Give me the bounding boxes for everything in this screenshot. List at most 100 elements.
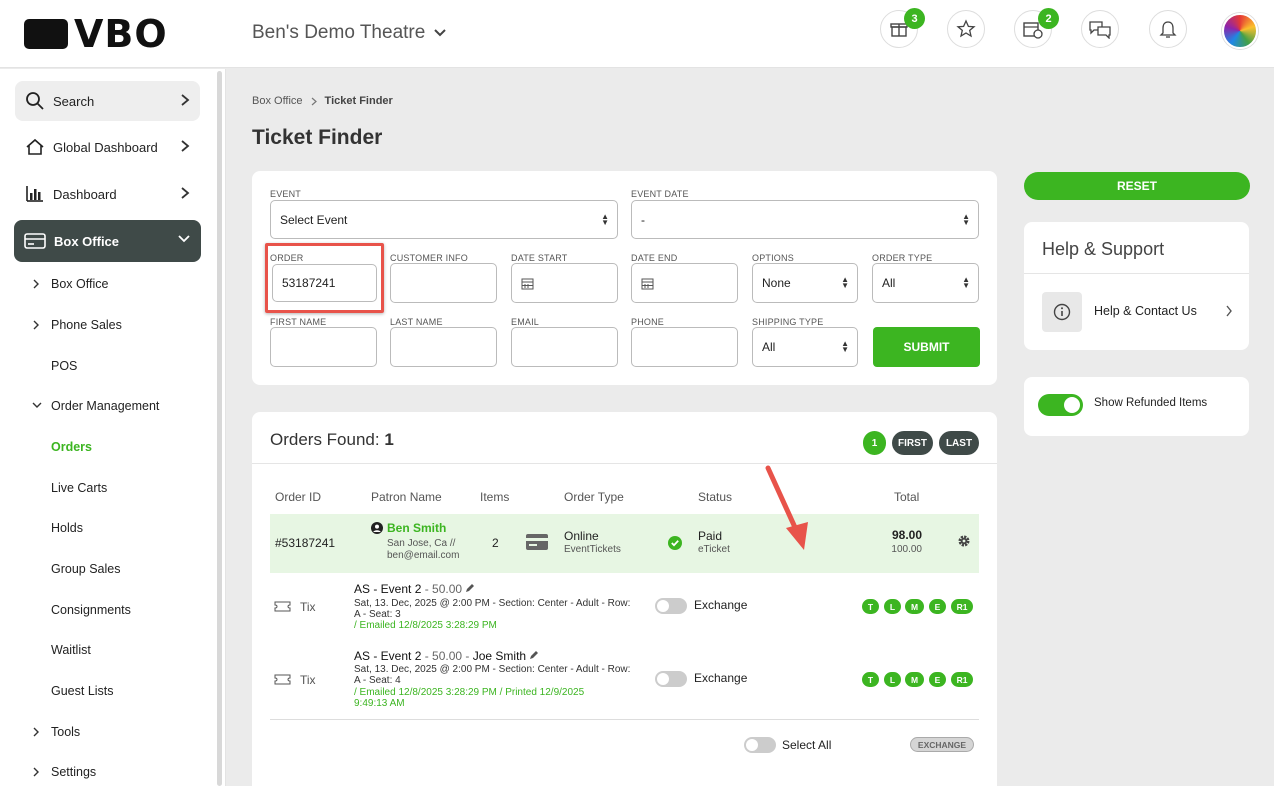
table-row[interactable]: #53187241 Ben Smith San Jose, Ca // ben@… [270, 514, 979, 573]
select-all-toggle[interactable] [744, 737, 776, 753]
first-name-input[interactable] [270, 327, 377, 367]
select-arrows-icon: ▲ ▼ [601, 212, 609, 227]
exchange-button[interactable]: EXCHANGE [910, 737, 974, 752]
exchange-toggle[interactable] [655, 598, 687, 614]
sidebar-sub-consignments[interactable]: Consignments [51, 603, 131, 617]
chip-m[interactable]: M [905, 599, 924, 614]
event-date-select[interactable]: - ▲ ▼ [631, 200, 979, 239]
chip-e[interactable]: E [929, 672, 946, 687]
sidebar-search-label: Search [53, 93, 95, 109]
sidebar-sub-group-sales[interactable]: Group Sales [51, 562, 120, 576]
order-input[interactable]: 53187241 [272, 264, 377, 302]
chip-m[interactable]: M [905, 672, 924, 687]
date-end-input[interactable] [631, 263, 738, 303]
venue-selector[interactable]: Ben's Demo Theatre [252, 22, 447, 44]
chip-t[interactable]: T [862, 672, 879, 687]
chip-l[interactable]: L [884, 599, 901, 614]
sidebar-sub-tools[interactable]: Tools [51, 725, 80, 739]
chip-r1[interactable]: R1 [951, 672, 973, 687]
customer-info-input[interactable] [390, 263, 497, 303]
sidebar-item-box-office[interactable]: Box Office [14, 220, 201, 262]
favorites-button[interactable] [947, 10, 985, 48]
date-start-input[interactable] [511, 263, 618, 303]
ticket-title: AS - Event 2 - 50.00 [354, 582, 475, 596]
reset-button[interactable]: RESET [1024, 172, 1250, 200]
breadcrumb: Box Office Ticket Finder [252, 95, 393, 107]
first-page-button[interactable]: FIRST [892, 431, 933, 455]
divider [1024, 273, 1249, 274]
chevron-right-icon [33, 767, 39, 777]
chat-button[interactable] [1081, 10, 1119, 48]
select-arrows-icon: ▲ ▼ [962, 212, 970, 227]
gear-icon[interactable] [957, 534, 971, 548]
schedule-badge: 2 [1038, 8, 1059, 29]
select-all-label: Select All [782, 738, 832, 752]
sidebar-sub-pos[interactable]: POS [51, 359, 77, 373]
patron-name-link[interactable]: Ben Smith [387, 521, 446, 535]
orders-found-heading: Orders Found: 1 [270, 430, 394, 450]
ticket-icon [274, 601, 291, 612]
options-select[interactable]: None ▲ ▼ [752, 263, 858, 303]
sidebar-sub-holds[interactable]: Holds [51, 521, 83, 535]
page-1-button[interactable]: 1 [863, 431, 886, 455]
user-avatar[interactable] [1222, 13, 1258, 49]
order-label: ORDER [270, 253, 304, 263]
ticket-note-2: 9:49:13 AM [354, 698, 405, 709]
chip-r1[interactable]: R1 [951, 599, 973, 614]
exchange-toggle[interactable] [655, 671, 687, 687]
help-support-title: Help & Support [1042, 239, 1165, 259]
orders-found-label: Orders Found: [270, 430, 380, 449]
col-items: Items [480, 490, 510, 504]
breadcrumb-root[interactable]: Box Office [252, 95, 303, 107]
event-select[interactable]: Select Event ▲ ▼ [270, 200, 618, 239]
top-bar: VBO Ben's Demo Theatre 3 2 [0, 0, 1274, 68]
show-refunded-toggle[interactable] [1038, 394, 1083, 416]
order-total: 98.00 [891, 528, 922, 542]
order-id[interactable]: #53187241 [275, 536, 335, 550]
sidebar-sub-orders[interactable]: Orders [51, 440, 92, 454]
sidebar-sub-guest-lists[interactable]: Guest Lists [51, 684, 114, 698]
sidebar-search[interactable]: Search [15, 81, 200, 121]
sidebar-sub-settings[interactable]: Settings [51, 765, 96, 779]
order-type-label: ORDER TYPE [872, 253, 933, 263]
toggle-knob [1064, 397, 1080, 413]
logo-text: VBO [74, 12, 168, 56]
sidebar-item-label: Box Office [54, 233, 120, 249]
pencil-icon[interactable] [529, 650, 539, 660]
email-input[interactable] [511, 327, 618, 367]
chip-e[interactable]: E [929, 599, 946, 614]
ticket-desc-2: A - Seat: 4 [354, 675, 401, 686]
submit-button[interactable]: SUBMIT [873, 327, 980, 367]
sidebar-sub-box-office[interactable]: Box Office [51, 277, 108, 291]
sidebar-scrollbar[interactable] [217, 71, 222, 786]
chevron-down-icon [178, 235, 190, 243]
venue-name: Ben's Demo Theatre [252, 22, 426, 43]
event-label: EVENT [270, 189, 302, 199]
col-order-id: Order ID [275, 490, 322, 504]
last-name-input[interactable] [390, 327, 497, 367]
vbo-logo[interactable]: VBO [24, 14, 168, 54]
chevron-right-icon [33, 279, 39, 289]
divider [252, 463, 997, 464]
notifications-button[interactable] [1149, 10, 1187, 48]
order-type-select[interactable]: All ▲ ▼ [872, 263, 979, 303]
gift-button[interactable]: 3 [880, 8, 925, 48]
shipping-type-select[interactable]: All ▲ ▼ [752, 327, 858, 367]
sidebar-sub-order-management[interactable]: Order Management [51, 399, 159, 413]
sidebar-item-global-dashboard[interactable]: Global Dashboard [15, 127, 200, 167]
sidebar-sub-live-carts[interactable]: Live Carts [51, 481, 107, 495]
chip-l[interactable]: L [884, 672, 901, 687]
sidebar-sub-waitlist[interactable]: Waitlist [51, 643, 91, 657]
chevron-down-icon [434, 29, 447, 37]
chip-t[interactable]: T [862, 599, 879, 614]
pencil-icon[interactable] [465, 583, 475, 593]
phone-input[interactable] [631, 327, 738, 367]
event-select-value: Select Event [280, 212, 348, 227]
schedule-button[interactable]: 2 [1014, 8, 1059, 48]
sidebar-sub-phone-sales[interactable]: Phone Sales [51, 318, 122, 332]
help-contact-link[interactable]: Help & Contact Us [1094, 304, 1197, 318]
refund-toggle-card: Show Refunded Items [1024, 377, 1249, 436]
sidebar-item-dashboard[interactable]: Dashboard [15, 174, 200, 214]
show-refunded-label: Show Refunded Items [1094, 397, 1208, 409]
last-page-button[interactable]: LAST [939, 431, 979, 455]
